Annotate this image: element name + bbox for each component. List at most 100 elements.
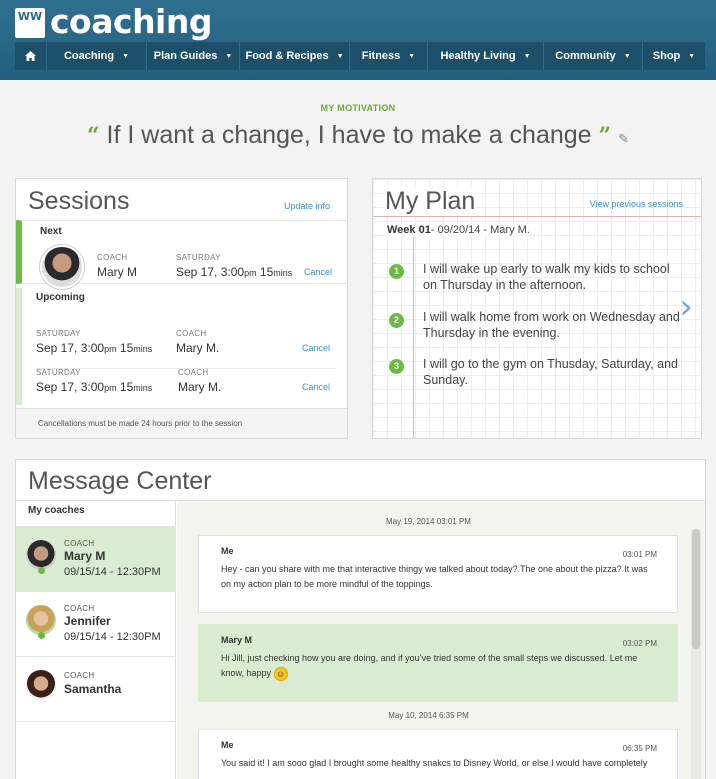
scrollbar-thumb[interactable]: [692, 529, 700, 649]
coach-label: COACH: [64, 539, 95, 548]
session-datetime: Sep 17, 3:00pm 15mins: [36, 380, 153, 394]
avatar: [26, 605, 56, 635]
ww-logo[interactable]: WW: [15, 8, 45, 38]
plan-title: My Plan: [385, 187, 476, 216]
thread-timestamp: May 10, 2014 6:35 PM: [388, 711, 469, 720]
coach-list-empty: [16, 721, 176, 779]
goal-text: I will walk home from work on Wednesday …: [423, 310, 680, 340]
coach-item-mary[interactable]: COACH Mary M 09/15/14 - 12:30PM: [16, 526, 176, 591]
cancel-next-button[interactable]: Cancel: [304, 267, 332, 277]
motivation-label: MY MOTIVATION: [320, 103, 396, 113]
online-status-dot: [38, 632, 45, 639]
message-center-body: My coaches COACH Mary M 09/15/14 - 12:30…: [16, 500, 705, 779]
edit-pencil-icon[interactable]: ✎: [618, 131, 629, 146]
coach-list: My coaches COACH Mary M 09/15/14 - 12:30…: [16, 501, 176, 779]
nav-healthy-living[interactable]: Healthy Living ▼: [428, 42, 544, 70]
sessions-panel: Sessions Update info Next COACH Mary M S…: [15, 178, 348, 439]
nav-home[interactable]: [15, 42, 47, 70]
chevron-down-icon: ▼: [225, 52, 233, 60]
chevron-down-icon: ▼: [336, 52, 344, 60]
message-sender: Me: [221, 740, 234, 750]
nav-coaching[interactable]: Coaching ▼: [47, 42, 147, 70]
quote-text: If I want a change, I have to make a cha…: [106, 121, 592, 149]
avatar: [26, 540, 56, 570]
upcoming-row: SATURDAY Sep 17, 3:00pm 15mins COACH Mar…: [36, 329, 336, 369]
thread-timestamp: May 19, 2014 03:01 PM: [386, 517, 471, 526]
my-plan-panel: My Plan View previous sessions Week 01- …: [372, 178, 702, 439]
day-label: SATURDAY: [36, 329, 81, 338]
coach-label: COACH: [176, 329, 207, 338]
brand-title: coaching: [50, 2, 212, 41]
thread-scrollbar[interactable]: [691, 529, 701, 779]
coach-date: 09/15/14 - 12:30PM: [64, 566, 161, 578]
coach-name: Mary M: [97, 265, 137, 279]
coach-label: COACH: [178, 368, 209, 377]
plan-margin-line: [413, 237, 414, 438]
chevron-right-icon[interactable]: ›: [679, 287, 693, 327]
upcoming-row: SATURDAY Sep 17, 3:00pm 15mins COACH Mar…: [36, 368, 336, 404]
goal-text: I will go to the gym on Thusday, Saturda…: [423, 357, 679, 387]
open-quote-icon: “: [86, 123, 100, 149]
message-time: 03:02 PM: [622, 639, 657, 648]
chevron-down-icon: ▼: [523, 52, 531, 60]
sessions-title: Sessions: [28, 187, 130, 215]
coach-name: Jennifer: [64, 614, 111, 628]
session-datetime: Sep 17, 3:00pm 15mins: [36, 341, 153, 355]
main-nav: Coaching ▼ Plan Guides ▼ Food & Recipes ▼ F…: [15, 42, 705, 70]
coach-item-samantha[interactable]: COACH Samantha: [16, 656, 176, 721]
nav-community[interactable]: Community ▼: [544, 42, 643, 70]
goal-number-badge: 2: [389, 313, 404, 328]
chevron-down-icon: ▼: [688, 52, 696, 60]
nav-food-recipes[interactable]: Food & Recipes ▼: [240, 42, 350, 70]
nav-shop[interactable]: Shop ▼: [643, 42, 705, 70]
message-time: 03:01 PM: [622, 550, 657, 559]
site-header: WW coaching Coaching ▼ Plan Guides ▼ Food …: [0, 0, 716, 80]
message-thread: May 19, 2014 03:01 PM Me 03:01 PM Hey - …: [177, 501, 705, 779]
coach-label: COACH: [64, 604, 95, 613]
online-status-dot: [38, 567, 45, 574]
day-label: SATURDAY: [176, 253, 221, 262]
view-previous-sessions-link[interactable]: View previous sessions: [590, 199, 683, 209]
coach-date: 09/15/14 - 12:30PM: [64, 631, 161, 643]
goal-number-badge: 3: [389, 359, 404, 374]
message-text: You said it! I am sooo glad I brought so…: [221, 758, 648, 768]
coach-name: Mary M.: [176, 341, 220, 355]
goal-text: I will wake up early to walk my kids to …: [423, 262, 670, 292]
motivation-quote: “ If I want a change, I have to make a c…: [0, 121, 716, 150]
message-bubble: Mary M 03:02 PM Hi Jill, just checking h…: [198, 624, 678, 702]
cancel-upcoming-button[interactable]: Cancel: [302, 382, 330, 392]
coach-name: Samantha: [64, 682, 122, 696]
week-heading: Week 01- 09/20/14 - Mary M.: [387, 224, 530, 236]
chevron-down-icon: ▼: [623, 52, 631, 60]
nav-plan-guides[interactable]: Plan Guides ▼: [147, 42, 240, 70]
message-bubble: Me 06:35 PM You said it! I am sooo glad …: [198, 729, 678, 779]
chevron-down-icon: ▼: [408, 52, 416, 60]
coach-label: COACH: [64, 671, 95, 680]
cancellation-note: Cancellations must be made 24 hours prio…: [16, 408, 347, 438]
goal-number-badge: 1: [389, 264, 404, 279]
next-heading: Next: [40, 226, 62, 237]
session-datetime: Sep 17, 3:00pm 15mins: [176, 265, 293, 279]
coach-label: COACH: [97, 253, 128, 262]
message-sender: Mary M: [221, 635, 253, 645]
cancel-upcoming-button[interactable]: Cancel: [302, 343, 330, 353]
message-center-title: Message Center: [28, 467, 212, 495]
message-bubble: Me 03:01 PM Hey - can you share with me …: [198, 535, 678, 613]
update-info-link[interactable]: Update info: [284, 201, 330, 211]
plan-divider: [373, 216, 701, 217]
chevron-down-icon: ▼: [122, 52, 130, 60]
message-text: Hey - can you share with me that interac…: [221, 564, 648, 589]
coach-item-jennifer[interactable]: COACH Jennifer 09/15/14 - 12:30PM: [16, 591, 176, 656]
upcoming-sessions: Upcoming SATURDAY Sep 17, 3:00pm 15mins …: [16, 288, 347, 405]
coach-avatar: [40, 245, 84, 289]
smiley-icon: ☺: [273, 666, 288, 681]
message-sender: Me: [221, 546, 234, 556]
message-center-panel: Message Center My coaches COACH Mary M 0…: [15, 459, 706, 779]
close-quote-icon: ”: [598, 123, 612, 149]
message-time: 06:35 PM: [622, 744, 657, 753]
home-icon: [25, 51, 36, 61]
message-text: Hi Jill, just checking how you are doing…: [221, 653, 638, 681]
upcoming-heading: Upcoming: [36, 292, 85, 303]
nav-fitness[interactable]: Fitness ▼: [350, 42, 428, 70]
avatar: [26, 670, 56, 700]
